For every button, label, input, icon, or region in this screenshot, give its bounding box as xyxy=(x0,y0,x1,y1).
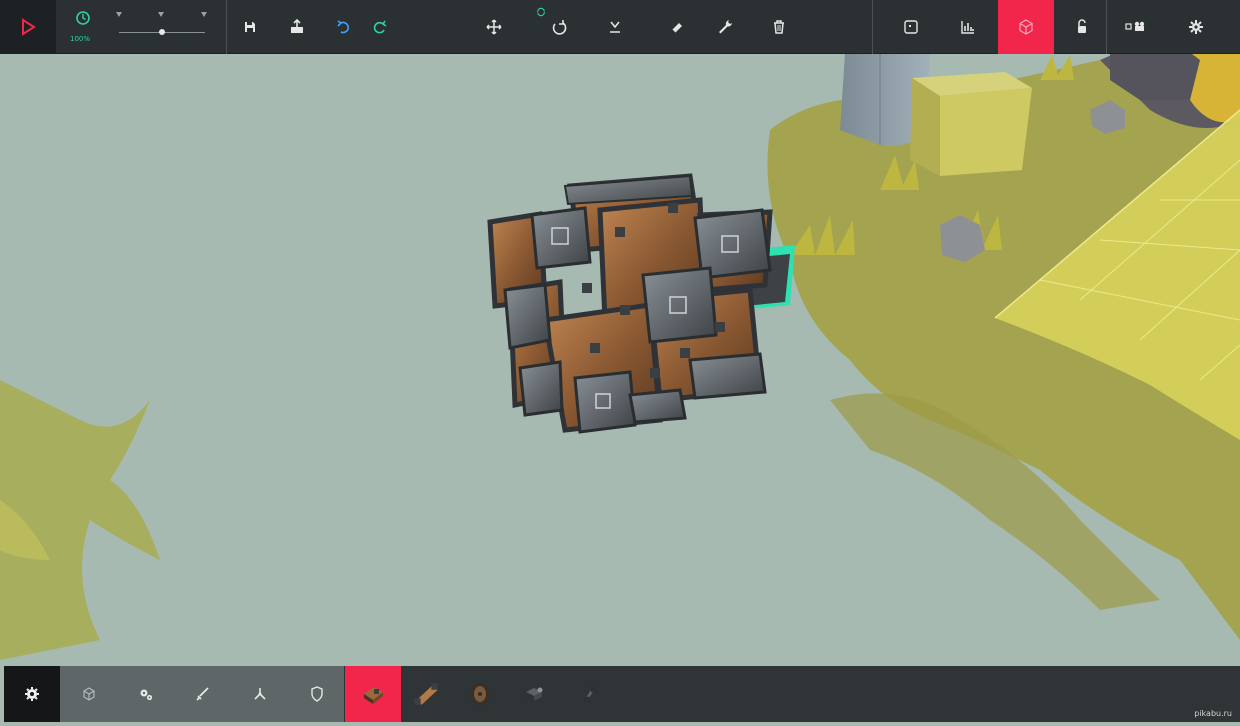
block-mode-icon xyxy=(1019,19,1033,35)
undo-icon xyxy=(337,20,349,34)
center-tool-button[interactable] xyxy=(603,0,627,54)
block-mode-button[interactable] xyxy=(998,0,1054,54)
speed-tick-icon xyxy=(201,12,207,17)
toolbar-divider xyxy=(226,0,227,54)
toolbar-divider xyxy=(1106,0,1107,54)
category-flight-tab[interactable] xyxy=(232,666,288,722)
block-hinge[interactable] xyxy=(562,666,618,722)
speed-clock-icon xyxy=(76,11,90,25)
settings-button[interactable] xyxy=(1180,0,1212,54)
block-wooden-block[interactable] xyxy=(345,666,401,722)
category-mechanical-tab[interactable] xyxy=(118,666,174,722)
load-button[interactable] xyxy=(285,0,309,54)
translate-tool-button[interactable] xyxy=(482,0,506,54)
speed-control-button[interactable] xyxy=(70,0,96,36)
translate-icon xyxy=(486,19,502,35)
camera-icon xyxy=(1125,21,1145,31)
eraser-tool-button[interactable] xyxy=(665,0,689,54)
settings-icon xyxy=(1189,20,1203,34)
wrench-tool-button[interactable] xyxy=(713,0,737,54)
block-steering[interactable] xyxy=(506,666,562,722)
lock-icon xyxy=(1078,19,1086,33)
gears-icon xyxy=(140,689,153,701)
rotate-mode-indicator xyxy=(534,0,548,24)
save-icon xyxy=(245,22,255,32)
category-blocks-tab[interactable] xyxy=(61,666,117,722)
wooden-block-icon xyxy=(364,687,383,704)
save-button[interactable] xyxy=(238,0,262,54)
speed-tick-icon xyxy=(116,12,122,17)
category-basic-tab[interactable] xyxy=(4,666,60,722)
map-icon xyxy=(903,20,918,34)
game-viewport[interactable]: 100% pikabu.ru xyxy=(0,0,1240,726)
redo-icon xyxy=(373,20,387,34)
undo-button[interactable] xyxy=(332,0,356,54)
grass-left xyxy=(0,380,160,660)
rotate-tool-button[interactable] xyxy=(547,0,571,54)
wooden-pole-icon xyxy=(414,683,438,705)
wheel-icon xyxy=(471,683,489,705)
propeller-icon xyxy=(254,688,266,700)
speed-slider-knob[interactable] xyxy=(159,29,165,35)
sword-icon xyxy=(196,687,209,701)
camera-mode-button[interactable] xyxy=(1116,0,1156,54)
steering-icon xyxy=(526,687,543,701)
redo-button[interactable] xyxy=(368,0,392,54)
block-wheel[interactable] xyxy=(452,666,508,722)
map-settings-button[interactable] xyxy=(873,0,948,54)
watermark: pikabu.ru xyxy=(1194,709,1232,718)
cube-icon xyxy=(83,687,95,701)
play-simulation-button[interactable] xyxy=(0,0,56,54)
play-icon xyxy=(22,18,36,36)
top-toolbar: 100% xyxy=(0,0,1240,54)
delete-button[interactable] xyxy=(767,0,791,54)
speed-tick-icon xyxy=(158,12,164,17)
shield-icon xyxy=(311,686,323,702)
gear-cog-icon xyxy=(25,687,39,701)
block-wooden-pole[interactable] xyxy=(398,666,454,722)
stats-button[interactable] xyxy=(940,0,996,54)
rotate-icon xyxy=(552,20,567,35)
category-weapons-tab[interactable] xyxy=(175,666,231,722)
trash-icon xyxy=(774,20,784,34)
stats-icon xyxy=(961,21,974,34)
wrench-icon xyxy=(719,20,732,34)
yellow-cube xyxy=(910,72,1032,176)
category-armour-tab[interactable] xyxy=(289,666,345,722)
speed-label: 100% xyxy=(70,35,91,43)
machine-cluster[interactable] xyxy=(487,173,795,434)
cycle-icon xyxy=(537,7,545,17)
build-scene xyxy=(0,0,1240,660)
lock-button[interactable] xyxy=(1058,0,1106,54)
block-palette xyxy=(4,666,1240,722)
center-icon xyxy=(610,21,620,33)
hinge-icon xyxy=(584,686,597,703)
eraser-icon xyxy=(671,23,682,34)
load-icon xyxy=(291,18,303,33)
